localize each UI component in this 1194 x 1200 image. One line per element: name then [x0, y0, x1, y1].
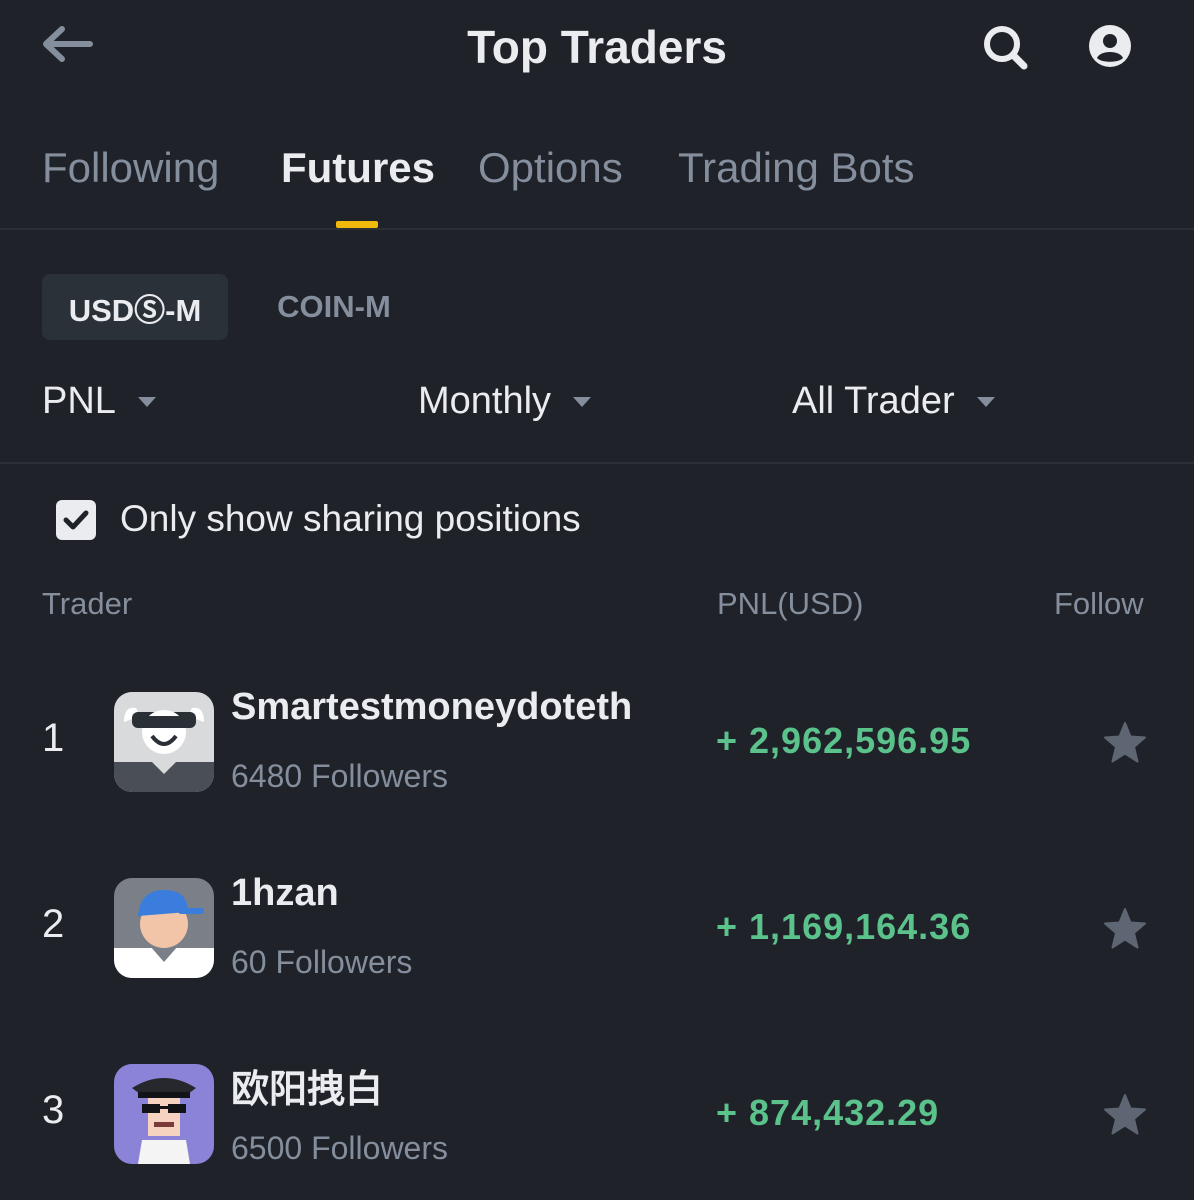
star-icon[interactable]: [1102, 1092, 1148, 1138]
trader-row[interactable]: 3 欧阳拽白 6500 Followers + 874,432.29: [0, 1064, 1194, 1184]
tab-following[interactable]: Following: [42, 144, 219, 192]
chevron-down-icon: [137, 396, 156, 407]
trader-name[interactable]: 1hzan: [231, 872, 339, 915]
trader-type-dropdown-label: All Trader: [792, 380, 955, 422]
trader-pnl: + 874,432.29: [716, 1092, 940, 1133]
active-tab-indicator: [336, 221, 378, 228]
back-arrow-icon[interactable]: [40, 24, 96, 64]
tab-trading-bots[interactable]: Trading Bots: [678, 144, 915, 192]
period-dropdown-label: Monthly: [418, 380, 552, 422]
trader-rank: 1: [42, 716, 65, 760]
star-icon[interactable]: [1102, 906, 1148, 952]
trader-rank: 3: [42, 1088, 65, 1132]
star-icon[interactable]: [1102, 720, 1148, 766]
account-icon[interactable]: [1088, 24, 1132, 68]
avatar[interactable]: [114, 692, 214, 792]
trader-type-dropdown[interactable]: All Trader: [792, 380, 995, 423]
trader-followers: 60 Followers: [231, 944, 413, 980]
category-tabs: Following Futures Options Trading Bots: [0, 120, 1194, 230]
sharing-positions-checkbox[interactable]: [56, 500, 96, 540]
period-dropdown[interactable]: Monthly: [418, 380, 592, 423]
trader-name[interactable]: 欧阳拽白: [231, 1058, 383, 1113]
divider: [0, 462, 1194, 464]
trader-pnl: + 2,962,596.95: [716, 720, 972, 761]
column-header-pnl: PNL(USD): [717, 586, 864, 621]
tab-options[interactable]: Options: [478, 144, 623, 192]
column-header-trader: Trader: [42, 586, 133, 621]
trader-row[interactable]: 1 Smartestmoneydoteth 6480 Followers + 2…: [0, 686, 1194, 812]
avatar[interactable]: [114, 878, 214, 978]
metric-dropdown-label: PNL: [42, 380, 116, 422]
top-bar: Top Traders: [0, 0, 1194, 100]
segment-coin-m[interactable]: COIN-M: [256, 274, 412, 340]
trader-followers: 6500 Followers: [231, 1130, 448, 1166]
chevron-down-icon: [976, 396, 995, 407]
trader-pnl: + 1,169,164.36: [716, 906, 972, 947]
search-icon[interactable]: [982, 24, 1028, 70]
segment-usds-m[interactable]: USDⓈ-M: [42, 274, 228, 340]
trader-name[interactable]: Smartestmoneydoteth: [231, 686, 632, 729]
trader-followers: 6480 Followers: [231, 758, 448, 794]
avatar[interactable]: [114, 1064, 214, 1164]
column-header-follow: Follow: [1054, 586, 1144, 621]
tab-futures[interactable]: Futures: [281, 144, 435, 192]
metric-dropdown[interactable]: PNL: [42, 380, 156, 423]
trader-row[interactable]: 2 1hzan 60 Followers + 1,169,164.36: [0, 872, 1194, 998]
chevron-down-icon: [573, 396, 592, 407]
checkbox-check-icon: [63, 510, 89, 530]
sharing-positions-label[interactable]: Only show sharing positions: [120, 498, 581, 540]
trader-rank: 2: [42, 902, 65, 946]
